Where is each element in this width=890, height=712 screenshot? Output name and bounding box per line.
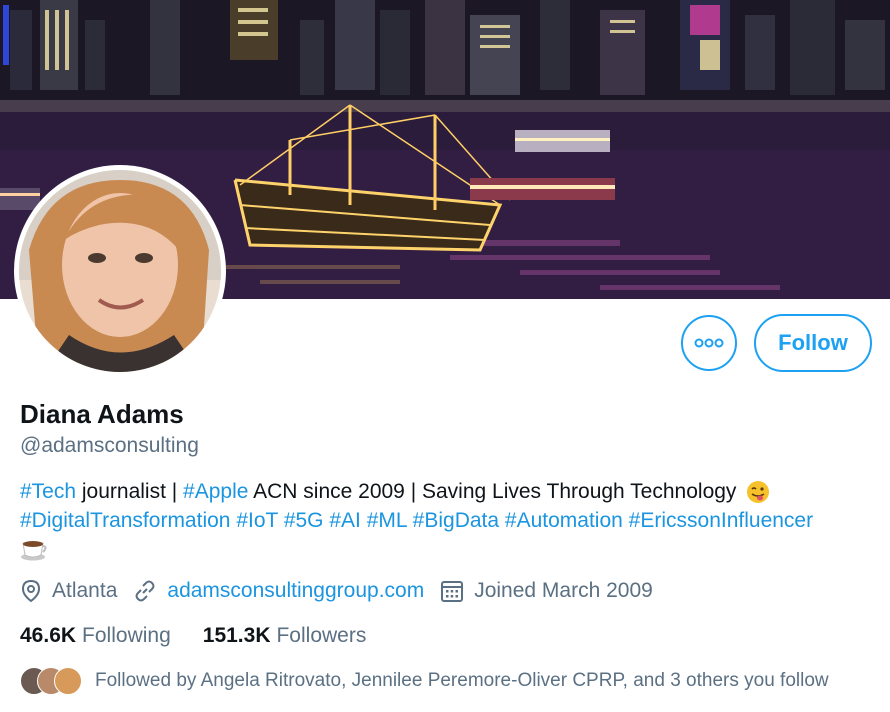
hashtag-link[interactable]: #ML: [367, 509, 407, 532]
calendar-icon: [441, 581, 464, 602]
followed-by-text: Followed by Angela Ritrovato, Jennilee P…: [95, 670, 829, 691]
follower-avatars: [20, 667, 82, 695]
location-icon: [21, 579, 41, 603]
location-item: Atlanta: [20, 579, 117, 603]
profile-stats: 46.6K Following 151.3K Followers: [20, 624, 398, 648]
hashtag-link[interactable]: #IoT: [236, 509, 278, 532]
profile-bio: #Tech journalist | #Apple ACN since 2009…: [20, 477, 880, 569]
profile-handle: @adamsconsulting: [20, 434, 199, 457]
hashtag-link[interactable]: #AI: [329, 509, 361, 532]
profile-meta: Atlanta adamsconsultinggroup.com Joined …: [20, 579, 669, 603]
joined-item: Joined March 2009: [440, 579, 653, 603]
website-link[interactable]: adamsconsultinggroup.com: [167, 579, 424, 603]
hashtag-link[interactable]: #EricssonInfluencer: [629, 509, 813, 532]
winking-tongue-emoji: [747, 481, 770, 504]
coffee-emoji: [21, 541, 47, 561]
website-item: adamsconsultinggroup.com: [133, 579, 424, 603]
follow-button-label: Follow: [778, 330, 848, 355]
following-label: Following: [82, 624, 171, 647]
location-text: Atlanta: [52, 579, 118, 602]
bio-line-1: #Tech journalist | #Apple ACN since 2009…: [20, 477, 880, 506]
bio-text: journalist |: [76, 480, 184, 503]
followers-link[interactable]: 151.3K Followers: [203, 624, 367, 648]
hashtag-link[interactable]: #5G: [284, 509, 324, 532]
joined-text: Joined March 2009: [474, 579, 653, 602]
hashtag-link[interactable]: #Tech: [20, 480, 76, 503]
hashtag-link[interactable]: #Apple: [183, 480, 248, 503]
hashtag-link[interactable]: #DigitalTransformation: [20, 509, 230, 532]
bio-line-2: #DigitalTransformation #IoT #5G #AI #ML …: [20, 506, 880, 535]
follower-avatar: [54, 667, 82, 695]
following-count: 46.6K: [20, 624, 77, 647]
followers-count: 151.3K: [202, 624, 271, 647]
bio-line-3: [20, 535, 880, 569]
link-icon: [135, 580, 155, 602]
profile-avatar[interactable]: [14, 165, 226, 377]
followed-by-row[interactable]: Followed by Angela Ritrovato, Jennilee P…: [20, 667, 829, 695]
more-options-button[interactable]: [681, 315, 737, 371]
following-link[interactable]: 46.6K Following: [20, 624, 171, 648]
profile-name: Diana Adams: [20, 399, 184, 429]
bio-text: ACN since 2009 | Saving Lives Through Te…: [248, 480, 743, 503]
avatar-photo: [19, 170, 221, 372]
more-icon: [694, 338, 724, 348]
hashtag-link[interactable]: #BigData: [413, 509, 499, 532]
follow-button[interactable]: Follow: [754, 314, 872, 372]
hashtag-link[interactable]: #Automation: [505, 509, 623, 532]
followers-label: Followers: [276, 624, 367, 647]
